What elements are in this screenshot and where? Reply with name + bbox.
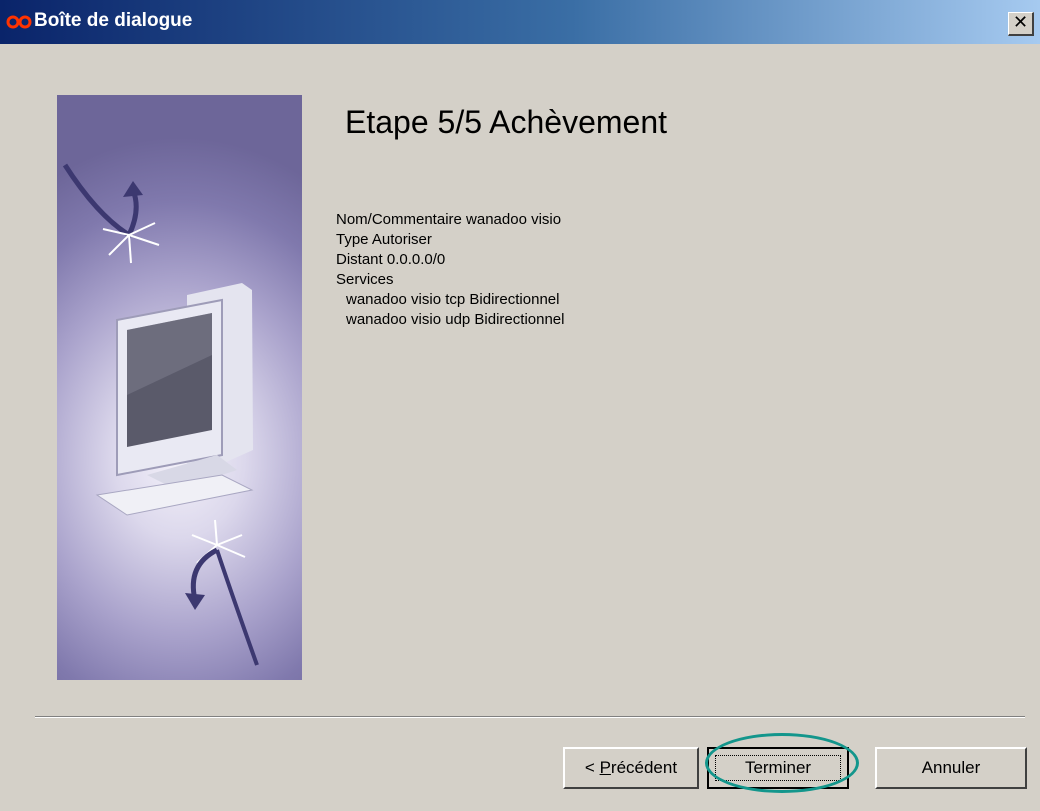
close-icon: ✕ — [1012, 12, 1029, 33]
summary-service-item: wanadoo visio udp Bidirectionnel — [346, 311, 565, 328]
previous-button[interactable]: < Précédent — [563, 747, 699, 789]
finish-button[interactable]: Terminer — [707, 747, 849, 789]
summary-service-item: wanadoo visio tcp Bidirectionnel — [346, 291, 560, 308]
computer-monitor-illustration — [62, 163, 259, 666]
button-separator — [35, 716, 1025, 718]
previous-button-label: récédent — [610, 758, 678, 777]
window-title: Boîte de dialogue — [34, 10, 193, 31]
summary-name-line: Nom/Commentaire wanadoo visio — [336, 211, 562, 228]
previous-button-accelerator: P — [599, 758, 611, 777]
previous-button-prefix: < — [584, 758, 600, 777]
wizard-side-illustration — [57, 95, 302, 680]
close-button[interactable]: ✕ — [1008, 12, 1034, 36]
finish-button-label: Terminer — [715, 755, 841, 781]
summary-remote-line: Distant 0.0.0.0/0 — [336, 251, 446, 268]
infinity-icon — [6, 15, 32, 29]
summary-type-line: Type Autoriser — [336, 231, 432, 248]
rule-summary: Nom/Commentaire wanadoo visio Type Autor… — [336, 210, 564, 330]
step-heading: Etape 5/5 Achèvement — [345, 104, 667, 140]
summary-services-label: Services — [336, 271, 394, 288]
title-bar[interactable]: Boîte de dialogue ✕ — [0, 0, 1040, 44]
cancel-button[interactable]: Annuler — [875, 747, 1027, 789]
